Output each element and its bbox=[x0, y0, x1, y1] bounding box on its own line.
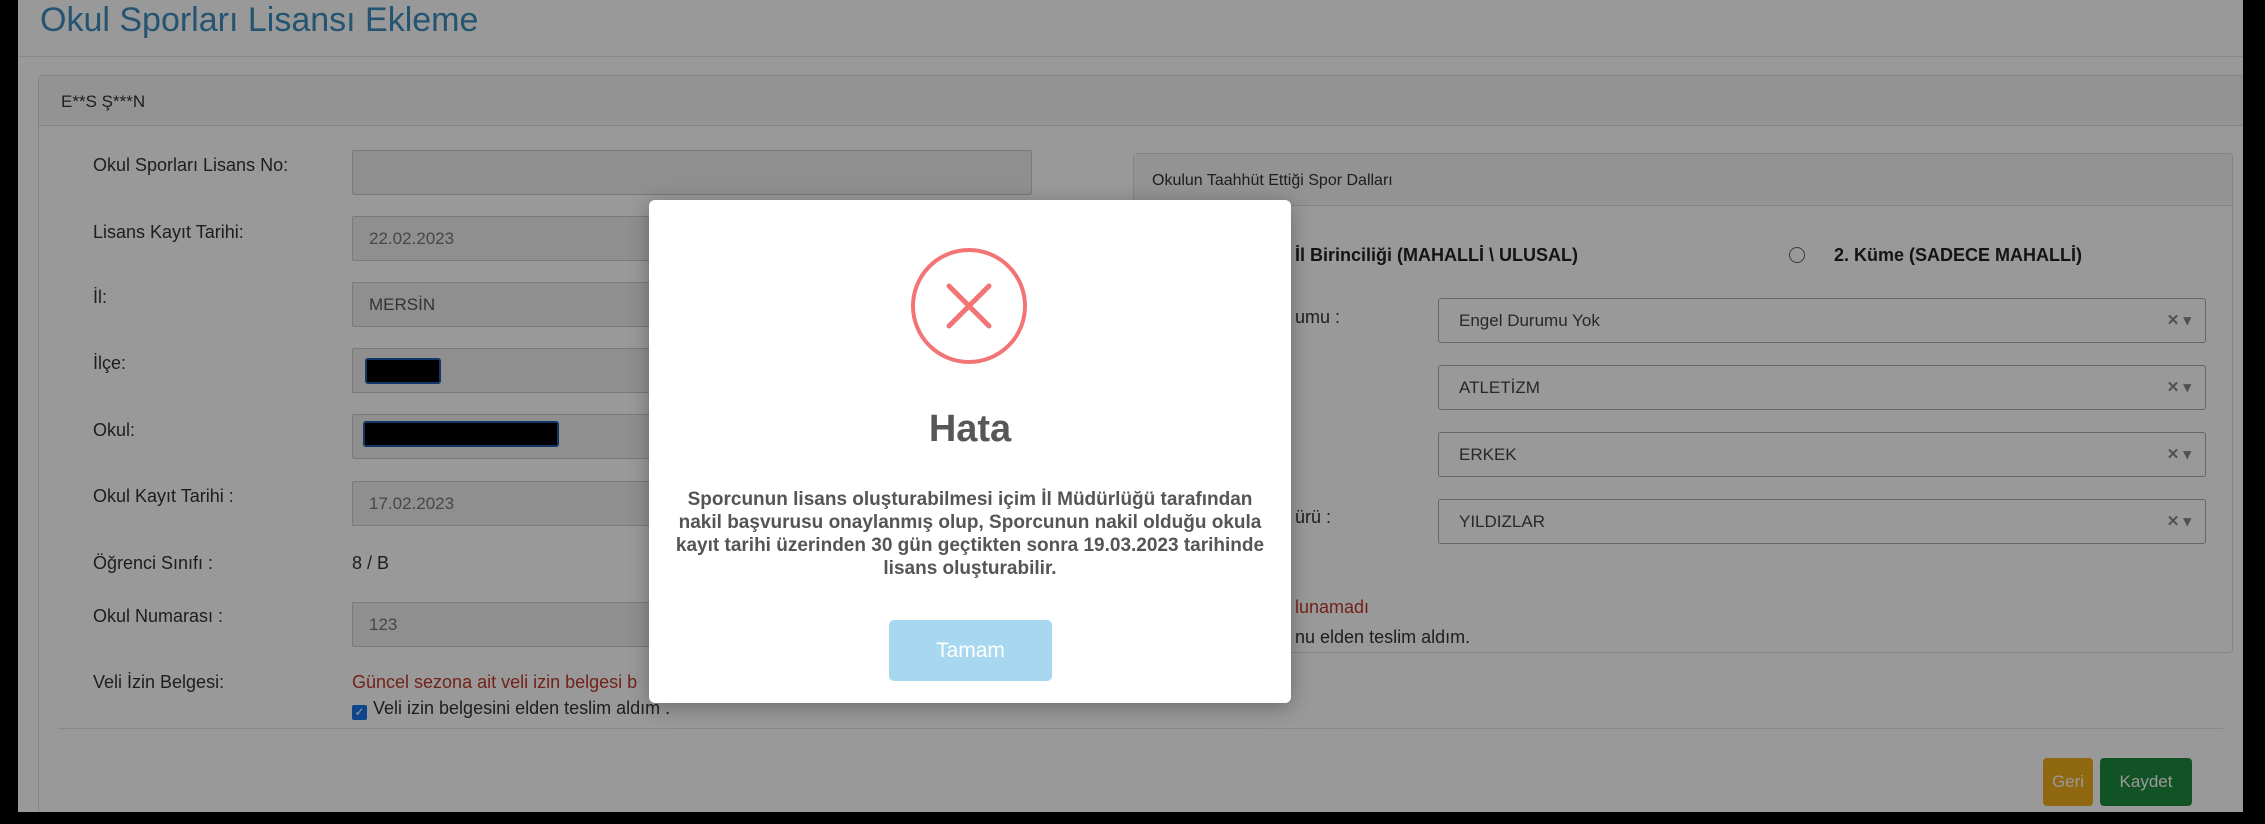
error-x-icon bbox=[911, 248, 1027, 364]
ok-button[interactable]: Tamam bbox=[889, 620, 1052, 681]
error-modal: Hata Sporcunun lisans oluşturabilmesi iç… bbox=[649, 200, 1291, 703]
modal-message: Sporcunun lisans oluşturabilmesi içim İl… bbox=[675, 489, 1265, 579]
modal-title: Hata bbox=[928, 408, 1012, 450]
